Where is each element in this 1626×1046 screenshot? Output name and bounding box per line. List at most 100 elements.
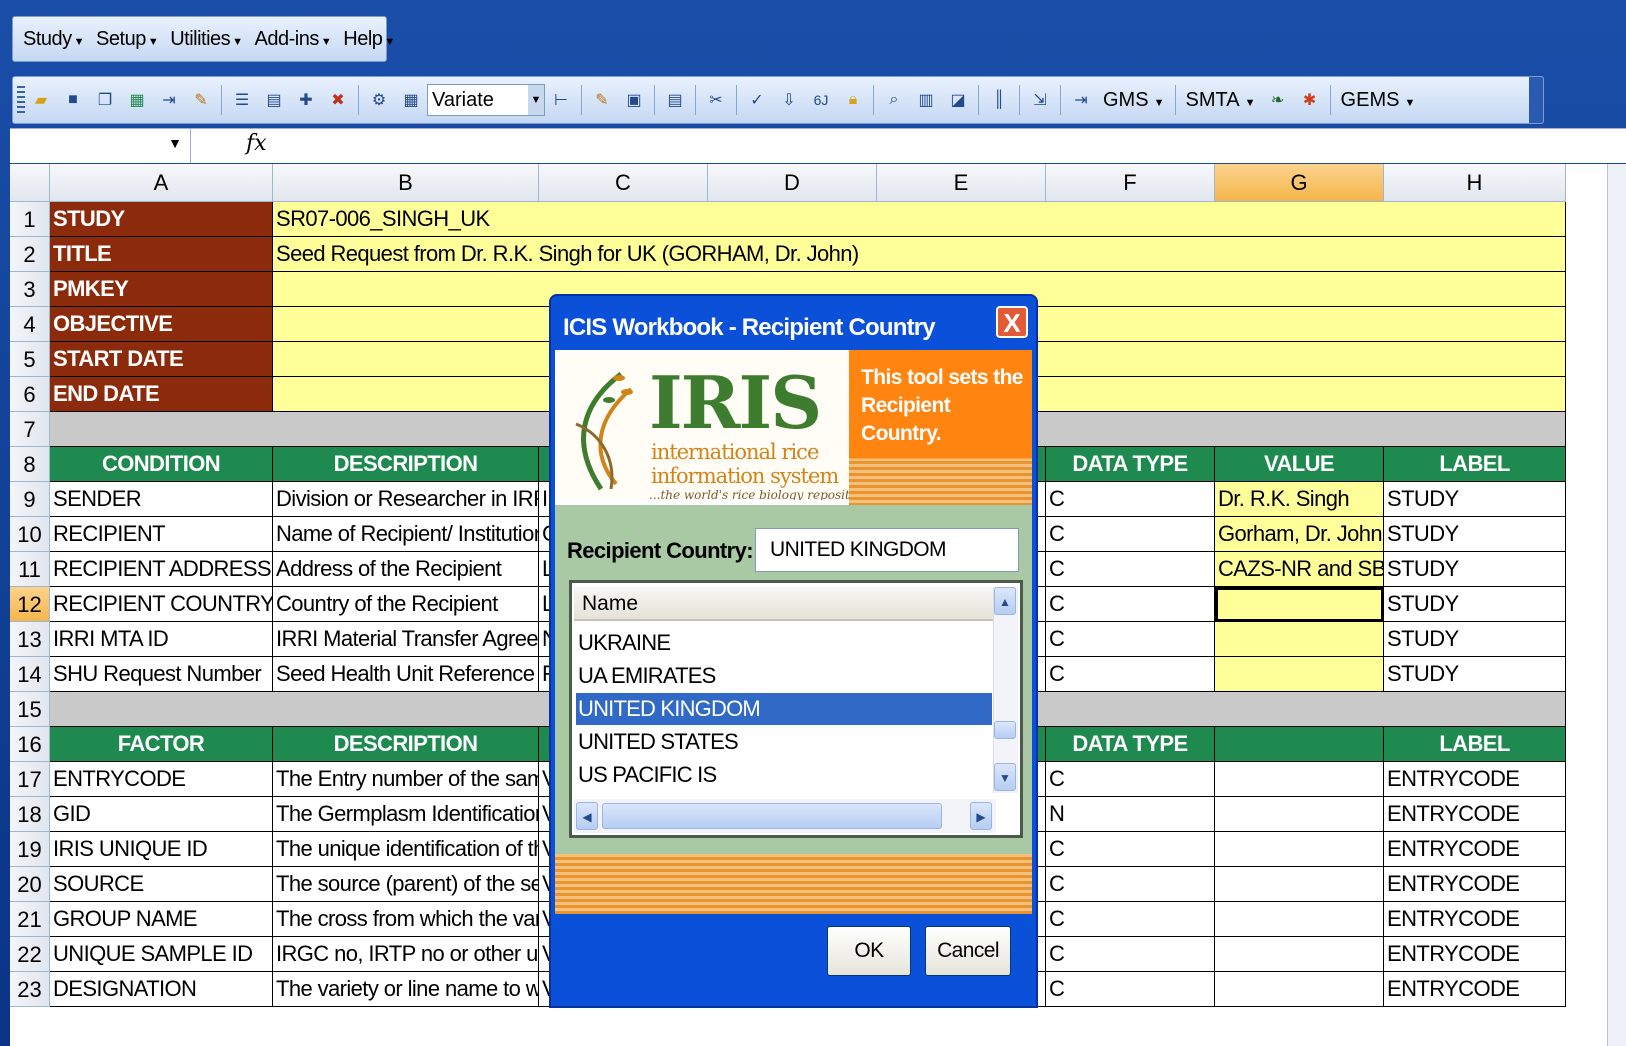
data-cell[interactable]: ENTRYCODE: [1384, 832, 1566, 867]
add-rows-icon[interactable]: ☰: [229, 87, 255, 113]
ok-button[interactable]: OK: [827, 926, 911, 976]
properties-icon[interactable]: ⚙: [366, 87, 392, 113]
row-label-cell[interactable]: END DATE: [50, 377, 273, 412]
download-icon[interactable]: ⇩: [776, 87, 802, 113]
data-cell[interactable]: C: [1046, 622, 1215, 657]
header-cell[interactable]: CONDITION: [50, 447, 273, 482]
name-box[interactable]: ▼: [10, 129, 191, 163]
list-item[interactable]: UKRAINE: [576, 627, 992, 659]
row-header[interactable]: 4: [10, 307, 50, 342]
row-header[interactable]: 7: [10, 412, 50, 447]
data-cell[interactable]: DESIGNATION: [50, 972, 273, 1007]
column-header-h[interactable]: H: [1384, 164, 1566, 202]
header-cell[interactable]: DESCRIPTION: [273, 447, 539, 482]
data-cell[interactable]: The Entry number of the sampl: [273, 762, 539, 797]
data-cell[interactable]: C: [1046, 657, 1215, 692]
row-header[interactable]: 9: [10, 482, 50, 517]
data-cell[interactable]: CAZS-NR and SBS,: [1215, 552, 1384, 587]
tools-icon[interactable]: ✂: [703, 87, 729, 113]
edit-sheet-icon[interactable]: ✎: [188, 87, 214, 113]
checklist-icon[interactable]: ✓: [744, 87, 770, 113]
row-header[interactable]: 20: [10, 867, 50, 902]
row-header[interactable]: 16: [10, 727, 50, 762]
row-header[interactable]: 10: [10, 517, 50, 552]
data-cell[interactable]: ENTRYCODE: [1384, 867, 1566, 902]
bug-icon[interactable]: ✱: [1297, 87, 1323, 113]
data-cell[interactable]: STUDY: [1384, 657, 1566, 692]
column-header-a[interactable]: A: [50, 164, 273, 202]
data-cell[interactable]: UNIQUE SAMPLE ID: [50, 937, 273, 972]
data-cell[interactable]: Division or Researcher in IRRI: [273, 482, 539, 517]
data-cell[interactable]: IRGC no, IRTP no or other uniq: [273, 937, 539, 972]
data-cell[interactable]: GID: [50, 797, 273, 832]
data-cell[interactable]: STUDY: [1384, 517, 1566, 552]
header-cell[interactable]: LABEL: [1384, 727, 1566, 762]
data-cell[interactable]: C: [1046, 867, 1215, 902]
row-header[interactable]: 18: [10, 797, 50, 832]
smta-menu[interactable]: SMTA ▼: [1186, 89, 1256, 112]
report-icon[interactable]: ▥: [913, 87, 939, 113]
row-value-cell[interactable]: SR07-006_SINGH_UK: [273, 202, 1566, 237]
barcode-icon[interactable]: ║: [986, 87, 1012, 113]
gms-menu[interactable]: GMS ▼: [1103, 89, 1165, 112]
header-cell[interactable]: LABEL: [1384, 447, 1566, 482]
column-header-c[interactable]: C: [539, 164, 708, 202]
delete-item-icon[interactable]: ✖: [325, 87, 351, 113]
column-header-g[interactable]: G: [1215, 164, 1384, 202]
row-header[interactable]: 6: [10, 377, 50, 412]
list-header-name[interactable]: Name: [574, 587, 994, 621]
data-cell[interactable]: SOURCE: [50, 867, 273, 902]
menu-setup[interactable]: Setup ▼: [96, 28, 159, 51]
data-cell[interactable]: C: [1046, 552, 1215, 587]
data-cell[interactable]: STUDY: [1384, 587, 1566, 622]
data-cell[interactable]: The variety or line name to whic: [273, 972, 539, 1007]
list-item-selected[interactable]: UNITED KINGDOM: [576, 693, 992, 725]
scroll-down-icon[interactable]: ▼: [994, 763, 1016, 791]
row-header[interactable]: 15: [10, 692, 50, 727]
data-cell[interactable]: C: [1046, 587, 1215, 622]
row-header[interactable]: 5: [10, 342, 50, 377]
edit-grid-icon[interactable]: ✎: [589, 87, 615, 113]
data-cell[interactable]: GROUP NAME: [50, 902, 273, 937]
row-label-cell[interactable]: OBJECTIVE: [50, 307, 273, 342]
data-cell[interactable]: RECIPIENT ADDRESS: [50, 552, 273, 587]
data-cell[interactable]: RECIPIENT: [50, 517, 273, 552]
add-item-icon[interactable]: ✚: [293, 87, 319, 113]
list-horizontal-scrollbar[interactable]: ◀ ▶: [574, 799, 996, 833]
variate-combo[interactable]: Variate ▼: [427, 84, 545, 116]
data-cell[interactable]: ENTRYCODE: [1384, 937, 1566, 972]
excel-sheet-icon[interactable]: ▦: [124, 87, 150, 113]
column-header-f[interactable]: F: [1046, 164, 1215, 202]
data-cell[interactable]: STUDY: [1384, 552, 1566, 587]
close-icon[interactable]: X: [996, 306, 1028, 338]
data-cell[interactable]: IRRI Material Transfer Agreeme: [273, 622, 539, 657]
row-header[interactable]: 21: [10, 902, 50, 937]
row-header[interactable]: 23: [10, 972, 50, 1007]
header-cell[interactable]: [1215, 727, 1384, 762]
data-cell[interactable]: RECIPIENT COUNTRY: [50, 587, 273, 622]
row-header[interactable]: 12: [10, 587, 50, 622]
row-header[interactable]: 22: [10, 937, 50, 972]
data-cell[interactable]: STUDY: [1384, 482, 1566, 517]
row-label-cell[interactable]: TITLE: [50, 237, 273, 272]
scroll-left-icon[interactable]: ◀: [576, 802, 598, 830]
select-all-corner[interactable]: [10, 164, 50, 202]
menu-study[interactable]: Study ▼: [23, 28, 85, 51]
list-vertical-scrollbar[interactable]: ▲ ▼: [993, 587, 1018, 793]
column-header-b[interactable]: B: [273, 164, 539, 202]
header-cell[interactable]: DESCRIPTION: [273, 727, 539, 762]
data-cell[interactable]: [1215, 797, 1384, 832]
data-cell[interactable]: ENTRYCODE: [1384, 902, 1566, 937]
chart-doc-icon[interactable]: ◪: [945, 87, 971, 113]
row-header[interactable]: 3: [10, 272, 50, 307]
import-icon[interactable]: ⇥: [1068, 87, 1094, 113]
data-cell[interactable]: ENTRYCODE: [1384, 972, 1566, 1007]
data-cell[interactable]: [1215, 832, 1384, 867]
data-cell[interactable]: The source (parent) of the seed: [273, 867, 539, 902]
document-icon[interactable]: ▤: [662, 87, 688, 113]
data-cell[interactable]: Name of Recipient/ Institution: [273, 517, 539, 552]
search-doc-icon[interactable]: ⌕: [881, 87, 907, 113]
vertical-scrollbar[interactable]: [1607, 164, 1626, 1046]
horizontal-scroll-thumb[interactable]: [602, 803, 942, 829]
row-header[interactable]: 14: [10, 657, 50, 692]
